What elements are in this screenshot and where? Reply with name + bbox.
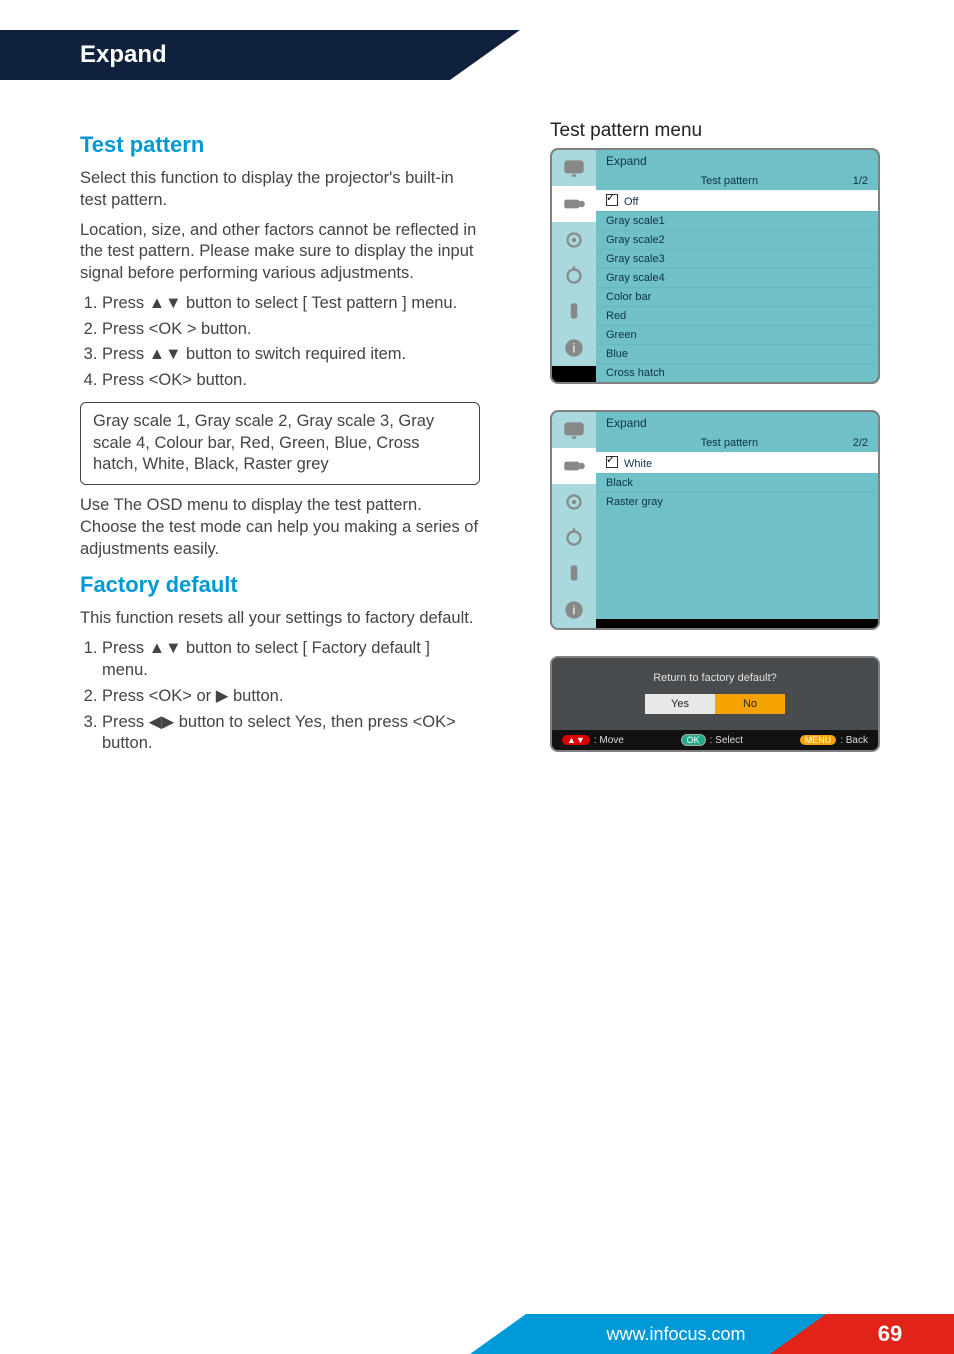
- left-column: Test pattern Select this function to dis…: [80, 120, 480, 761]
- info-icon: i: [552, 592, 596, 628]
- osd-item[interactable]: Color bar: [596, 287, 878, 306]
- step: Press ▲▼ button to select [ Factory defa…: [102, 638, 480, 682]
- checkbox-icon: [606, 456, 618, 468]
- svg-text:i: i: [573, 340, 576, 355]
- test-pattern-p3: Use The OSD menu to display the test pat…: [80, 495, 480, 560]
- factory-default-dialog: Return to factory default? Yes No ▲▼: Mo…: [550, 656, 880, 752]
- display-icon: [552, 150, 596, 186]
- factory-default-steps: Press ▲▼ button to select [ Factory defa…: [80, 638, 480, 755]
- osd-item[interactable]: Raster gray: [596, 492, 878, 511]
- ok-key-icon: OK: [681, 734, 706, 746]
- step: Press <OK> or ▶ button.: [102, 686, 480, 708]
- heading-test-pattern: Test pattern: [80, 132, 480, 158]
- factory-default-p1: This function resets all your settings t…: [80, 608, 480, 630]
- dialog-title: Return to factory default?: [552, 658, 878, 694]
- display-icon: [552, 412, 596, 448]
- osd-item[interactable]: Gray scale3: [596, 249, 878, 268]
- osd-header: Expand: [596, 412, 878, 434]
- gear-icon: [552, 520, 596, 556]
- osd-item[interactable]: Green: [596, 325, 878, 344]
- osd-item[interactable]: Blue: [596, 344, 878, 363]
- osd-menu-test-pattern-1: i Expand Test pattern1/2 Off Gray scale1…: [550, 148, 880, 384]
- options-box: Gray scale 1, Gray scale 2, Gray scale 3…: [80, 402, 480, 485]
- osd-item[interactable]: Gray scale1: [596, 211, 878, 230]
- usb-icon: [552, 294, 596, 330]
- checkbox-icon: [606, 194, 618, 206]
- gear-icon: [552, 222, 596, 258]
- header-tab-band: Expand: [0, 30, 954, 80]
- page-section-title: Expand: [0, 30, 450, 80]
- svg-text:i: i: [573, 602, 576, 617]
- osd-header: Expand: [596, 150, 878, 172]
- dialog-footer: ▲▼: Move OK: Select MENU: Back: [552, 730, 878, 750]
- tab-triangle-decor: [450, 30, 520, 80]
- dialog-yes-button[interactable]: Yes: [645, 694, 715, 714]
- right-column-title: Test pattern menu: [550, 120, 880, 142]
- step: Press <OK > button.: [102, 319, 480, 341]
- test-pattern-p1: Select this function to display the proj…: [80, 168, 480, 212]
- right-column: Test pattern menu i Expand Test pattern1…: [550, 120, 880, 752]
- osd-item[interactable]: Cross hatch: [596, 363, 878, 382]
- osd-item[interactable]: Gray scale4: [596, 268, 878, 287]
- menu-key-icon: MENU: [800, 735, 837, 745]
- heading-factory-default: Factory default: [80, 572, 480, 598]
- osd-item-white[interactable]: White: [596, 452, 878, 473]
- osd-menu-test-pattern-2: i Expand Test pattern2/2 White Black Ras…: [550, 410, 880, 630]
- osd-item-off[interactable]: Off: [596, 190, 878, 211]
- arrows-icon: ▲▼: [562, 735, 590, 745]
- osd-page-indicator: 2/2: [853, 437, 868, 449]
- step: Press <OK> button.: [102, 370, 480, 392]
- step: Press ◀▶ button to select Yes, then pres…: [102, 712, 480, 756]
- osd-item[interactable]: Gray scale2: [596, 230, 878, 249]
- osd-subheader: Test pattern2/2: [596, 434, 878, 452]
- step: Press ▲▼ button to select [ Test pattern…: [102, 293, 480, 315]
- gear-icon: [552, 258, 596, 294]
- page-number: 69: [826, 1314, 954, 1354]
- gear-icon: [552, 484, 596, 520]
- step: Press ▲▼ button to switch required item.: [102, 344, 480, 366]
- test-pattern-steps: Press ▲▼ button to select [ Test pattern…: [80, 293, 480, 392]
- osd-item[interactable]: Black: [596, 473, 878, 492]
- dialog-no-button[interactable]: No: [715, 694, 785, 714]
- projector-icon: [552, 186, 596, 222]
- osd-subheader: Test pattern1/2: [596, 172, 878, 190]
- page-footer: www.infocus.com 69: [0, 1314, 954, 1354]
- test-pattern-p2: Location, size, and other factors cannot…: [80, 220, 480, 285]
- osd-item[interactable]: Red: [596, 306, 878, 325]
- osd-page-indicator: 1/2: [853, 175, 868, 187]
- usb-icon: [552, 556, 596, 592]
- info-icon: i: [552, 330, 596, 366]
- projector-icon: [552, 448, 596, 484]
